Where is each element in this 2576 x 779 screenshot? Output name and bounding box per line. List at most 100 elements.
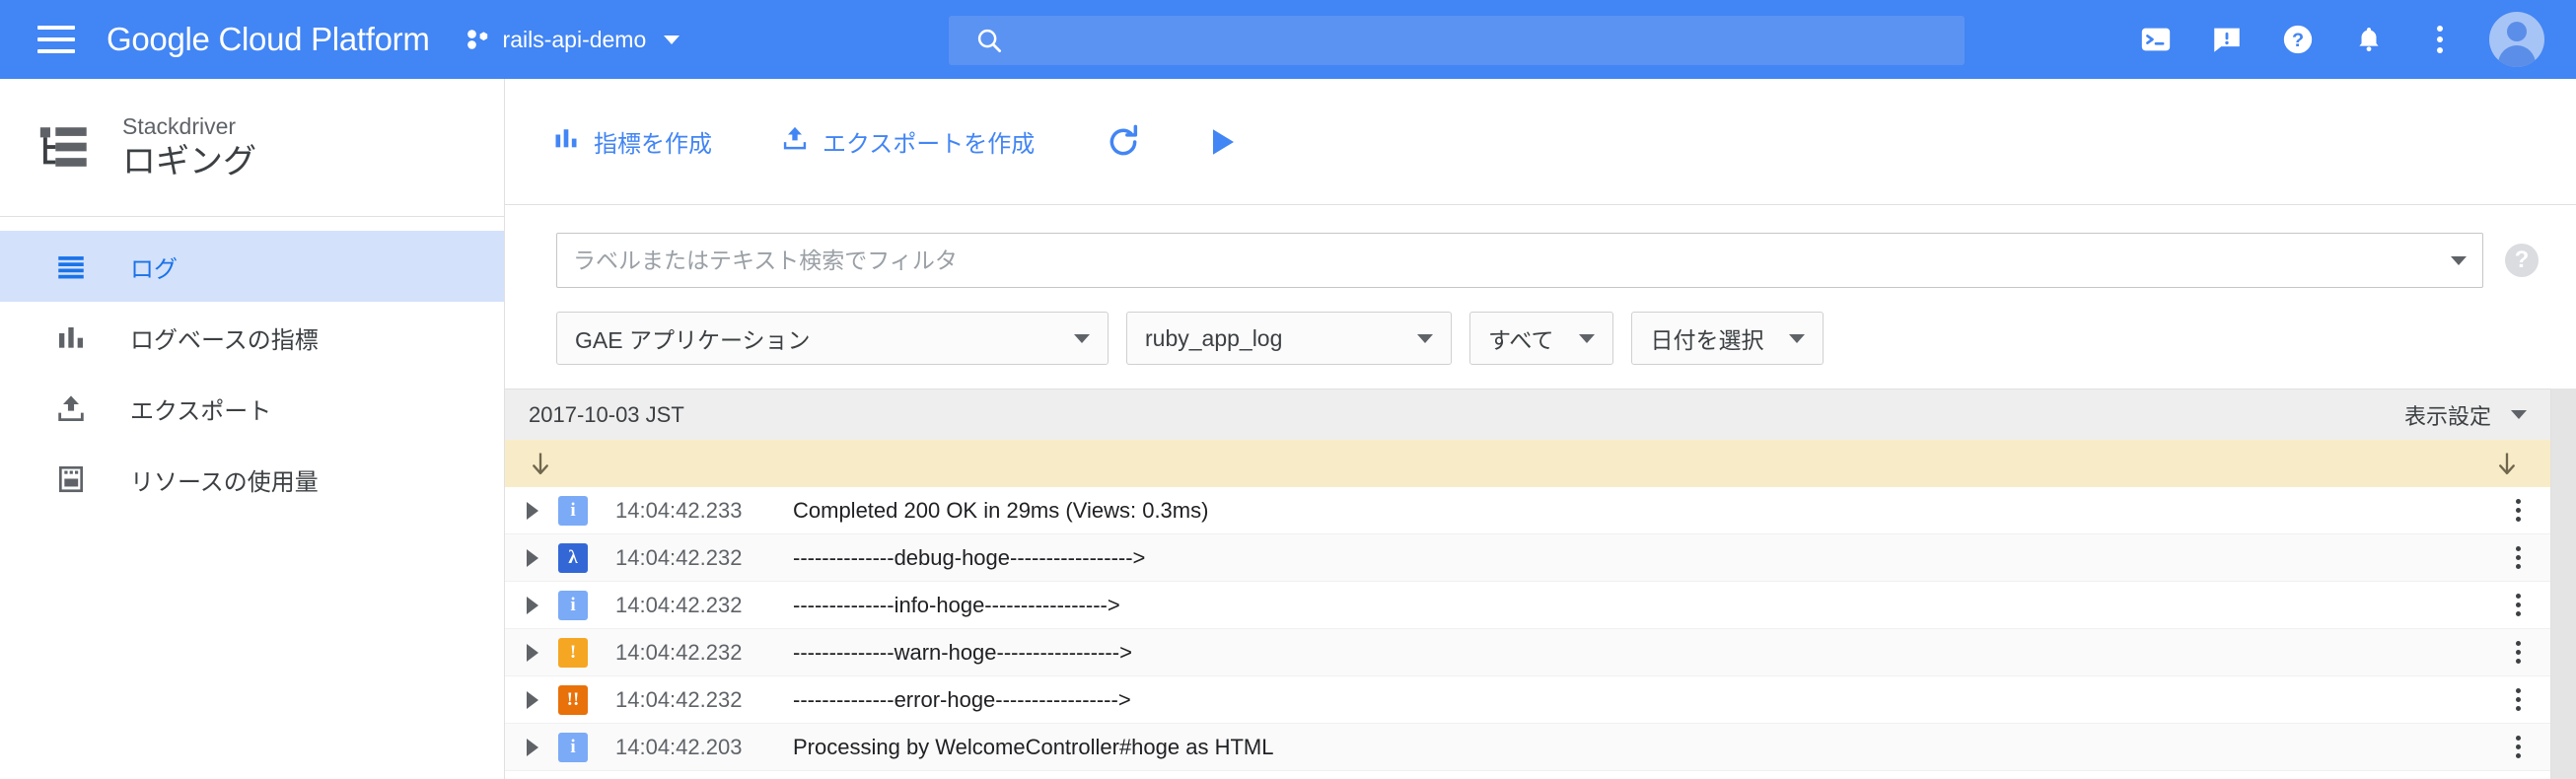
- resource-select[interactable]: GAE アプリケーション: [556, 312, 1109, 365]
- global-search[interactable]: [949, 16, 1965, 65]
- main-content: 指標を作成 エクスポートを作成 ラベルまたはテキスト検索でフィルタ ? GAE …: [505, 79, 2576, 779]
- arrow-down-icon[interactable]: [527, 449, 554, 478]
- hamburger-menu-icon[interactable]: [37, 26, 75, 53]
- row-menu-icon[interactable]: [2516, 688, 2521, 711]
- chevron-down-icon: [1074, 333, 1090, 343]
- row-timestamp: 14:04:42.233: [615, 497, 743, 523]
- sidebar-item-label: ログベースの指標: [130, 326, 319, 354]
- row-message: Completed 200 OK in 29ms (Views: 0.3ms): [793, 497, 1209, 523]
- sidebar-nav: ログ ログベースの指標 エクスポート リソースの使用量: [0, 217, 504, 515]
- display-settings-label: 表示設定: [2403, 403, 2491, 429]
- help-icon[interactable]: ?: [2262, 4, 2333, 75]
- row-message: --------------error-hoge----------------…: [793, 686, 1131, 712]
- create-export-button[interactable]: エクスポートを作成: [781, 124, 1035, 159]
- chevron-down-icon: [1789, 333, 1806, 343]
- project-selector-icon: [466, 30, 487, 49]
- notifications-bell-icon[interactable]: [2333, 4, 2404, 75]
- export-upload-icon: [51, 389, 91, 428]
- row-menu-icon[interactable]: [2516, 641, 2521, 664]
- expand-row-icon[interactable]: [527, 596, 538, 614]
- row-message: --------------warn-hoge-----------------…: [793, 639, 1132, 665]
- row-timestamp: 14:04:42.203: [615, 734, 743, 759]
- row-message: Processing by WelcomeController#hoge as …: [793, 734, 1274, 759]
- table-row[interactable]: !! 14:04:42.232 --------------error-hoge…: [505, 676, 2550, 724]
- product-name: ロギング: [122, 142, 256, 180]
- project-selector[interactable]: rails-api-demo: [465, 27, 680, 53]
- log-name-select-value: ruby_app_log: [1145, 324, 1283, 351]
- row-menu-icon[interactable]: [2516, 546, 2521, 569]
- play-icon: [1213, 128, 1235, 155]
- stackdriver-logging-icon: [39, 126, 87, 167]
- arrow-down-icon[interactable]: [2493, 449, 2521, 478]
- filter-input[interactable]: [573, 247, 2451, 274]
- sidebar-item-log-based-metrics[interactable]: ログベースの指標: [0, 302, 504, 373]
- bar-chart-icon: [552, 124, 580, 159]
- log-date-header: 2017-10-03 JST 表示設定: [505, 389, 2550, 440]
- table-row[interactable]: i 14:04:42.232 --------------info-hoge--…: [505, 582, 2550, 629]
- play-button[interactable]: [1204, 124, 1240, 160]
- expand-row-icon[interactable]: [527, 548, 538, 567]
- table-row[interactable]: λ 14:04:42.232 --------------debug-hoge-…: [505, 534, 2550, 582]
- row-timestamp: 14:04:42.232: [615, 639, 743, 665]
- feedback-icon[interactable]: [2191, 4, 2262, 75]
- expand-row-icon[interactable]: [527, 690, 538, 709]
- user-avatar[interactable]: [2489, 12, 2544, 67]
- refresh-icon: [1109, 124, 1138, 155]
- project-name: rails-api-demo: [502, 26, 647, 52]
- sidebar-item-label: ログ: [130, 255, 178, 283]
- table-row[interactable]: i 14:04:42.233 Completed 200 OK in 29ms …: [505, 487, 2550, 534]
- top-header: Google Cloud Platform rails-api-demo ?: [0, 0, 2576, 79]
- chevron-down-icon: [664, 35, 680, 44]
- expand-row-icon[interactable]: [527, 643, 538, 662]
- row-message: --------------debug-hoge----------------…: [793, 544, 1146, 570]
- display-settings-button[interactable]: 表示設定: [2404, 399, 2527, 431]
- log-table: 2017-10-03 JST 表示設定 i 14:04:42.233 Compl…: [505, 389, 2576, 779]
- cloud-shell-icon[interactable]: [2120, 4, 2191, 75]
- date-select[interactable]: 日付を選択: [1631, 312, 1825, 365]
- export-upload-icon: [781, 124, 809, 159]
- log-name-select[interactable]: ruby_app_log: [1126, 312, 1452, 365]
- sidebar: Stackdriver ロギング ログ ログベースの指標 エクスポート リソース…: [0, 79, 505, 779]
- expand-row-icon[interactable]: [527, 501, 538, 520]
- sidebar-item-export[interactable]: エクスポート: [0, 373, 504, 444]
- sidebar-item-resource-usage[interactable]: リソースの使用量: [0, 444, 504, 515]
- row-menu-icon[interactable]: [2516, 736, 2521, 758]
- logs-icon: [51, 247, 91, 286]
- help-circle-icon[interactable]: ?: [2505, 244, 2539, 277]
- header-icon-group: ?: [2120, 0, 2550, 79]
- vertical-scrollbar[interactable]: [2550, 389, 2576, 779]
- chevron-down-icon[interactable]: [2451, 255, 2467, 265]
- row-timestamp: 14:04:42.232: [615, 686, 743, 712]
- table-row[interactable]: i 14:04:42.203 Processing by WelcomeCont…: [505, 724, 2550, 771]
- action-toolbar: 指標を作成 エクスポートを作成: [505, 79, 2576, 205]
- row-menu-icon[interactable]: [2516, 594, 2521, 616]
- selects-row: GAE アプリケーション ruby_app_log すべて 日付を選択: [556, 312, 2539, 365]
- log-table-body: 2017-10-03 JST 表示設定 i 14:04:42.233 Compl…: [505, 389, 2550, 779]
- resource-select-value: GAE アプリケーション: [575, 327, 811, 353]
- refresh-button[interactable]: [1104, 122, 1143, 162]
- search-input[interactable]: [1022, 28, 1965, 53]
- severity-badge: !: [558, 637, 588, 668]
- product-subtitle: Stackdriver: [122, 112, 237, 139]
- table-row[interactable]: ! 14:04:42.232 --------------warn-hoge--…: [505, 629, 2550, 676]
- severity-select[interactable]: すべて: [1469, 312, 1614, 365]
- product-title: Stackdriver ロギング: [0, 79, 504, 217]
- chevron-down-icon: [2511, 410, 2527, 419]
- filter-search-box[interactable]: [556, 233, 2483, 288]
- sidebar-item-label: リソースの使用量: [130, 468, 319, 496]
- severity-select-value: すべて: [1488, 327, 1554, 353]
- row-menu-icon[interactable]: [2516, 499, 2521, 522]
- create-metric-button[interactable]: 指標を作成: [552, 124, 712, 159]
- row-message: --------------info-hoge-----------------…: [793, 592, 1120, 617]
- log-date-label: 2017-10-03 JST: [529, 401, 684, 427]
- sidebar-item-logs[interactable]: ログ: [0, 231, 504, 302]
- brand-title: Google Cloud Platform: [107, 21, 430, 57]
- bar-chart-icon: [51, 318, 91, 357]
- filter-row: ?: [556, 233, 2539, 288]
- row-timestamp: 14:04:42.232: [615, 592, 743, 617]
- body: Stackdriver ロギング ログ ログベースの指標 エクスポート リソース…: [0, 79, 2576, 779]
- severity-badge: λ: [558, 542, 588, 573]
- more-options-icon[interactable]: [2404, 4, 2475, 75]
- jump-to-latest-bar[interactable]: [505, 440, 2550, 487]
- expand-row-icon[interactable]: [527, 738, 538, 756]
